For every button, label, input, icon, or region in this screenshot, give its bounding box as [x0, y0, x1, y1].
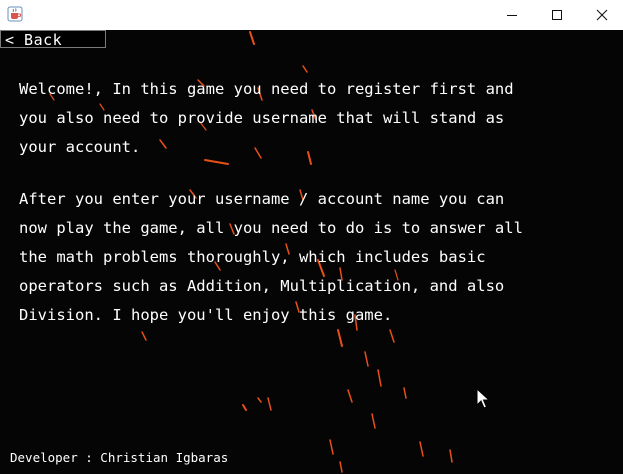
instructions-paragraph: After you enter your username / account …: [19, 190, 523, 324]
game-panel: < Back Welcome!, In this game you need t…: [0, 30, 623, 474]
maximize-button[interactable]: [534, 0, 580, 30]
minimize-button[interactable]: [489, 0, 535, 30]
maximize-icon: [552, 10, 562, 20]
title-bar[interactable]: [0, 0, 623, 30]
developer-credit: Developer : Christian Igbaras: [10, 450, 229, 465]
minimize-icon: [507, 15, 517, 16]
java-cup-icon: [7, 6, 23, 22]
back-button[interactable]: < Back: [0, 30, 106, 49]
intro-paragraph: Welcome!, In this game you need to regis…: [19, 80, 514, 156]
close-button[interactable]: [579, 0, 623, 30]
mouse-cursor-icon: [476, 388, 490, 409]
close-icon: [596, 9, 608, 21]
